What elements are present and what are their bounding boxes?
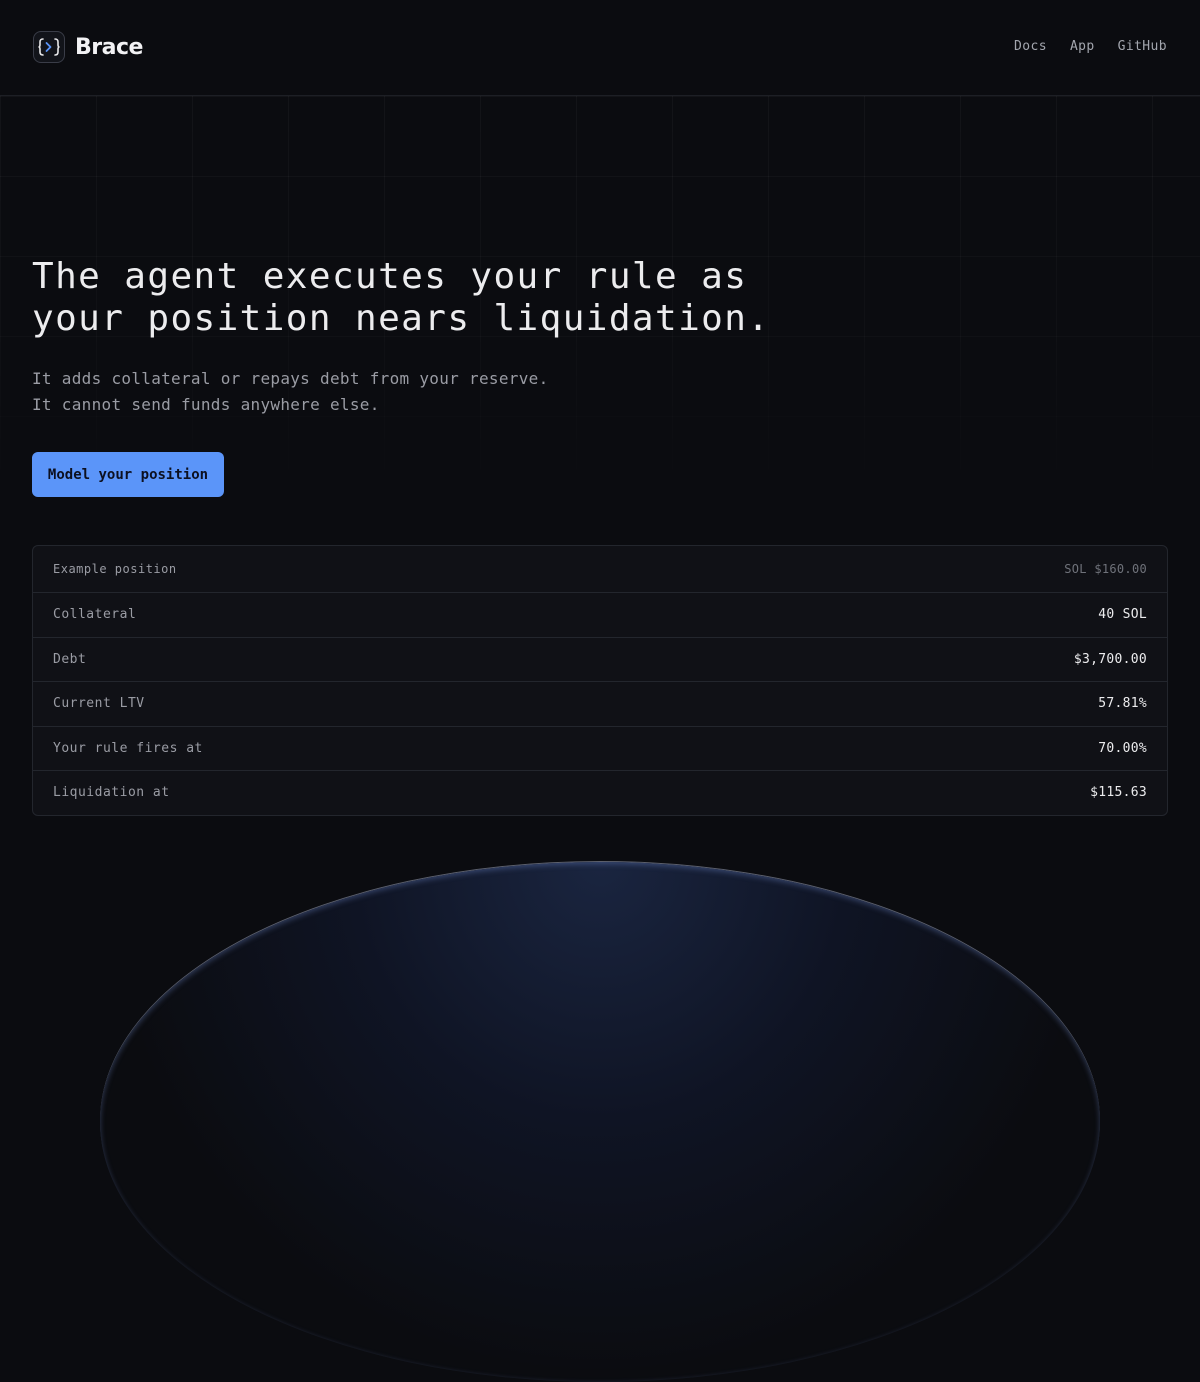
example-position-card: Example position SOL $160.00 Collateral … — [32, 545, 1168, 816]
position-row-collateral: Collateral 40 SOL — [33, 592, 1167, 637]
row-value: $3,700.00 — [1073, 651, 1147, 667]
position-header-label: Example position — [53, 562, 177, 576]
hero-headline-line-2: your position nears liquidation. — [32, 298, 771, 339]
row-value: 70.00% — [1098, 740, 1147, 756]
row-value: 57.81% — [1098, 696, 1147, 712]
hero-sub-line-2: It cannot send funds anywhere else. — [32, 395, 380, 414]
position-row-debt: Debt $3,700.00 — [33, 636, 1167, 682]
site-header: Brace Docs App GitHub — [0, 0, 1200, 96]
row-label: Collateral — [53, 607, 137, 623]
hero-sub-line-1: It adds collateral or repays debt from y… — [32, 369, 549, 388]
brand-name: Brace — [75, 34, 143, 60]
row-label: Your rule fires at — [53, 740, 203, 756]
row-label: Current LTV — [53, 696, 145, 712]
top-nav: Docs App GitHub — [1014, 39, 1167, 54]
nav-link-app[interactable]: App — [1070, 39, 1095, 54]
hero-headline: The agent executes your rule as your pos… — [32, 256, 932, 340]
position-row-liquidation: Liquidation at $115.63 — [33, 770, 1167, 815]
planet-horizon-graphic — [100, 862, 1100, 1382]
row-value: 40 SOL — [1098, 607, 1147, 623]
hero-headline-line-1: The agent executes your rule as — [32, 256, 748, 297]
model-position-button[interactable]: Model your position — [32, 452, 224, 497]
brace-logo-icon — [33, 31, 65, 63]
hero-section: The agent executes your rule as your pos… — [32, 256, 932, 418]
brand-logo[interactable]: Brace — [33, 31, 143, 63]
hero-subheadline: It adds collateral or repays debt from y… — [32, 366, 932, 418]
position-row-rule-fires: Your rule fires at 70.00% — [33, 725, 1167, 771]
position-row-current-ltv: Current LTV 57.81% — [33, 681, 1167, 726]
row-label: Liquidation at — [53, 785, 170, 801]
row-value: $115.63 — [1090, 785, 1147, 801]
position-header-row: Example position SOL $160.00 — [33, 546, 1167, 592]
position-price: SOL $160.00 — [1064, 562, 1147, 576]
nav-link-github[interactable]: GitHub — [1118, 39, 1167, 54]
nav-link-docs[interactable]: Docs — [1014, 39, 1047, 54]
row-label: Debt — [53, 651, 87, 667]
